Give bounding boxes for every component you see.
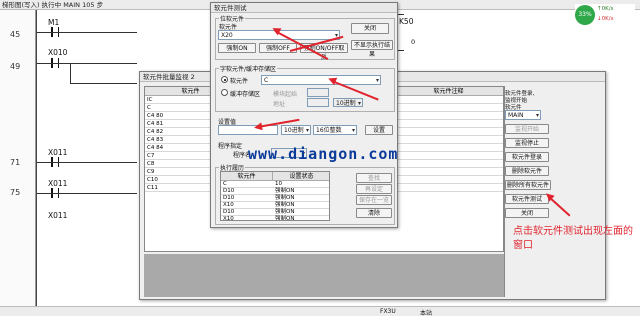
device-cell: C <box>147 105 151 111</box>
contact-label: X011 <box>48 211 68 220</box>
history-col-device[interactable]: 软元件 <box>221 172 273 181</box>
device-cell: C8 <box>147 161 155 167</box>
upload-rate: ↑0K/s <box>597 6 614 12</box>
history-table[interactable]: 软元件 设置状态 C 10 D10 强制ON D10 强制ON X10 强制ON D10 强制ON… <box>220 171 330 221</box>
device-test-dialog[interactable]: 软元件测试 位软元件 软元件 X20 关闭 强制ON 强制OFF 强制ON/OF… <box>210 2 398 228</box>
radio-buffer[interactable] <box>221 89 228 96</box>
history-device-cell: X10 <box>223 202 234 208</box>
device-cell: C9 <box>147 169 155 175</box>
rung-line <box>70 83 137 84</box>
device-cell: C7 <box>147 153 155 159</box>
step-number: 71 <box>10 158 21 167</box>
hide-result-button[interactable]: 不显示执行结果 <box>351 40 393 58</box>
word-device-group-label: 字软元件/缓冲存储区 <box>219 64 278 73</box>
device-cell: C4 80 <box>147 113 164 119</box>
setting-value-input[interactable] <box>218 125 278 135</box>
address-label: 地址 <box>273 101 286 108</box>
col-comment-header[interactable]: 软元件注释 <box>393 87 503 96</box>
coil-current-value: 0 <box>411 38 416 46</box>
device-cell: C4 84 <box>147 145 164 151</box>
history-device-cell: D10 <box>223 195 235 201</box>
history-col-status[interactable]: 设置状态 <box>273 172 329 181</box>
empty-area <box>144 254 504 297</box>
program-select[interactable]: MAIN <box>505 110 541 120</box>
monitor-stop-button[interactable]: 监视停止 <box>505 138 549 148</box>
module-start-label: 模块起始 <box>273 91 298 98</box>
value-type-select[interactable]: 16位整数 <box>313 125 357 135</box>
register-device-button[interactable]: 软元件登录 <box>505 152 549 162</box>
address-input[interactable] <box>307 98 329 107</box>
radio-device[interactable] <box>221 76 228 83</box>
history-device-cell: D10 <box>223 209 235 215</box>
step-number: 45 <box>10 30 21 39</box>
device-cell: IC <box>147 97 153 103</box>
find-button[interactable]: 查找 <box>356 173 392 183</box>
contact-label: X011 <box>48 179 68 188</box>
status-bar: FX3U 本站 <box>0 306 640 317</box>
program-spec-label: 程序指定 <box>218 143 243 150</box>
device-cell: C11 <box>147 185 158 191</box>
save-list-button[interactable]: 保存在一览 <box>356 195 392 205</box>
history-status-cell: 强制ON <box>275 202 295 208</box>
value-radix-select[interactable]: 10进制 <box>281 125 311 135</box>
rung-line <box>37 162 137 163</box>
set-button[interactable]: 设置 <box>365 125 393 135</box>
close-monitor-button[interactable]: 关闭 <box>505 208 549 218</box>
list-item[interactable]: D10 强制ON <box>221 209 329 216</box>
step-number: 75 <box>10 188 21 197</box>
instruction-annotation: 点击软元件测试出现左面的窗口 <box>513 226 633 251</box>
step-number: 49 <box>10 62 21 71</box>
contact-label: X010 <box>48 48 68 57</box>
device-cell: C4 81 <box>147 121 164 127</box>
usage-circle: 33% <box>575 5 595 25</box>
radio-device-label: 软元件 <box>230 78 249 85</box>
device-test-title: 软元件测试 <box>211 3 397 13</box>
contact-label: X011 <box>48 148 68 157</box>
status-plc-type: FX3U <box>380 308 396 315</box>
coil-constant: K50 <box>399 17 414 26</box>
history-device-cell: D10 <box>223 188 235 194</box>
contact-label: M1 <box>48 18 60 27</box>
history-device-cell: C <box>223 181 227 187</box>
device-cell: C4 82 <box>147 129 164 135</box>
list-item[interactable]: D10 强制ON <box>221 188 329 195</box>
force-on-button[interactable]: 强制ON <box>218 43 256 53</box>
module-start-input[interactable] <box>307 88 329 97</box>
net-speed-widget[interactable]: 33% ↑0K/s ↓0K/s <box>575 4 635 26</box>
clear-button[interactable]: 清除 <box>356 208 392 218</box>
address-radix-select[interactable]: 10进制 <box>333 98 363 107</box>
history-status-cell: 强制ON <box>275 188 295 194</box>
branch-line <box>70 63 71 83</box>
rung-line <box>37 63 137 64</box>
history-status-cell: 强制ON <box>275 195 295 201</box>
rung-line <box>37 193 137 194</box>
reset-button[interactable]: 再设定 <box>356 184 392 194</box>
history-device-cell: X10 <box>223 216 234 221</box>
word-device-input[interactable]: C <box>261 75 381 85</box>
list-item[interactable]: X10 强制ON <box>221 216 329 221</box>
history-status-cell: 强制ON <box>275 216 295 221</box>
list-item[interactable]: X10 强制ON <box>221 202 329 209</box>
monitor-start-button[interactable]: 监视开始 <box>505 124 549 134</box>
history-status-cell: 强制ON <box>275 209 295 215</box>
rung-line <box>37 32 137 33</box>
device-cell: C10 <box>147 177 158 183</box>
red-arrowhead <box>253 122 263 132</box>
left-power-rail <box>36 10 37 310</box>
radio-buffer-label: 缓冲存储区 <box>230 91 261 98</box>
device-cell: C4 83 <box>147 137 164 143</box>
close-dialog-button[interactable]: 关闭 <box>351 23 389 34</box>
delete-device-button[interactable]: 删除软元件 <box>505 166 549 176</box>
download-rate: ↓0K/s <box>597 16 614 22</box>
delete-all-devices-button[interactable]: 删除所有软元件 <box>505 180 551 190</box>
list-item[interactable]: D10 强制ON <box>221 195 329 202</box>
watermark: www.diangon.com <box>248 145 399 163</box>
list-item[interactable]: C 10 <box>221 181 329 188</box>
history-status-cell: 10 <box>275 181 282 187</box>
